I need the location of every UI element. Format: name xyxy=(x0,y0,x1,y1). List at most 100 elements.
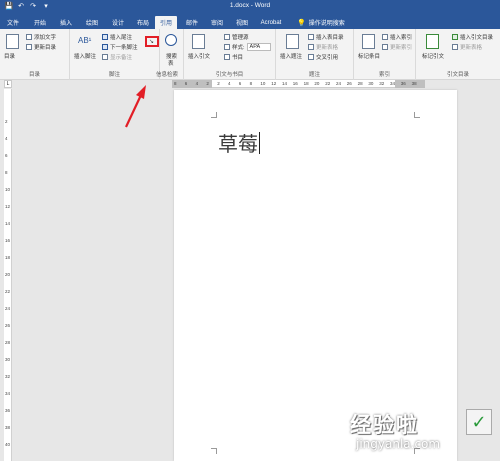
group-captions: 插入题注 插入表目录 更新表格 交叉引用 题注 xyxy=(276,29,354,80)
insert-index-button[interactable]: 插入索引 xyxy=(382,33,412,41)
ruler-v-number: 28 xyxy=(5,340,11,345)
window-title: 1.docx - Word xyxy=(229,2,271,9)
ruler-h-number: 4 xyxy=(228,81,231,86)
horizontal-ruler[interactable]: 8 6 4 2 2 4 6 8 10 12 14 16 18 20 22 24 26 28 30 32 34 36 38 xyxy=(172,80,425,88)
ruler-h-number: 2 xyxy=(217,81,220,86)
add-text-icon xyxy=(26,34,32,40)
group-label-citations: 引文与书目 xyxy=(215,72,244,78)
mark-citation-button[interactable]: 标记引文 xyxy=(422,52,444,60)
ruler-v-number: 40 xyxy=(5,442,11,447)
insert-toa-label: 插入引文目录 xyxy=(460,35,494,41)
ruler-h-number: 6 xyxy=(184,81,188,86)
footnote-dialog-launcher-icon[interactable]: ↘ xyxy=(149,38,154,45)
show-notes-label: 显示备注 xyxy=(110,55,133,61)
insert-citation-button[interactable]: 插入引文 xyxy=(188,52,210,60)
tell-me-search[interactable]: 💡 操作说明搜索 xyxy=(297,16,345,29)
watermark-url: jingyanla.com xyxy=(356,437,441,451)
group-research: 搜索 表 信息检索 xyxy=(156,29,184,80)
vertical-scrollbar[interactable] xyxy=(492,89,500,461)
ruler-h-number: 26 xyxy=(346,81,352,86)
next-footnote-button[interactable]: 下一条脚注 xyxy=(102,43,138,51)
margin-mark-bottom-left xyxy=(211,448,217,454)
citation-style-select[interactable]: 样式: APA xyxy=(224,43,272,51)
ruler-v-number: 12 xyxy=(5,204,11,209)
insert-index-label: 插入索引 xyxy=(390,35,413,41)
tab-references[interactable]: 引用 xyxy=(155,16,177,29)
table-of-contents-button[interactable]: 目录 xyxy=(4,52,15,60)
arrow-head xyxy=(136,85,146,99)
tab-acrobat[interactable]: Acrobat xyxy=(256,16,286,29)
tab-selector[interactable]: L xyxy=(4,80,12,88)
update-table-button[interactable]: 更新表格 xyxy=(308,43,338,51)
ruler-h-number: 22 xyxy=(325,81,331,86)
style-icon xyxy=(224,44,230,50)
ruler-h-number: 10 xyxy=(260,81,266,86)
margin-mark-top-left xyxy=(211,112,217,118)
tab-view[interactable]: 视图 xyxy=(232,16,252,29)
group-label-toa: 引文目录 xyxy=(446,72,469,78)
mark-entry-button[interactable]: 标记条目 xyxy=(358,52,380,60)
update-toc-button[interactable]: 更新目录 xyxy=(26,43,56,51)
ruler-v-number: 4 xyxy=(5,136,8,141)
checkmark-glyph: ✓ xyxy=(471,411,487,432)
ruler-h-number: 32 xyxy=(379,81,385,86)
tab-insert[interactable]: 插入 xyxy=(56,16,76,29)
update-toa-icon xyxy=(452,44,458,50)
ruler-h-number: 4 xyxy=(195,81,199,86)
ruler-h-number: 8 xyxy=(174,81,177,86)
insert-footnote-button[interactable]: 插入脚注 xyxy=(74,52,96,60)
arrow-shaft xyxy=(125,94,142,128)
ribbon-tabs: 文件 开始 插入 绘图 设计 布局 引用 邮件 审阅 视图 Acrobat 💡 … xyxy=(0,13,500,29)
tab-mailings[interactable]: 邮件 xyxy=(182,16,202,29)
update-toa-button[interactable]: 更新表格 xyxy=(452,43,482,51)
title-bar: 💾 ↶ ↷ ▾ 1.docx - Word xyxy=(0,0,500,13)
watermark-text: 经验啦 xyxy=(350,413,419,437)
insert-endnote-label: 插入尾注 xyxy=(110,35,133,41)
group-table-of-contents: 目录 添加文字 更新目录 目录 xyxy=(0,29,70,80)
bibliography-icon xyxy=(224,54,230,60)
tab-review[interactable]: 审阅 xyxy=(207,16,227,29)
show-notes-icon xyxy=(102,54,108,60)
tab-home[interactable]: 开始 xyxy=(30,16,50,29)
update-index-icon xyxy=(382,44,388,50)
ruler-h-number: 38 xyxy=(411,81,417,86)
add-text-button[interactable]: 添加文字 xyxy=(26,33,56,41)
document-body-text[interactable]: 草莓 xyxy=(218,128,260,157)
bibliography-label: 书目 xyxy=(232,55,244,61)
document-page[interactable]: 草莓 xyxy=(174,90,457,461)
insert-endnote-button[interactable]: 插入尾注 xyxy=(102,33,132,41)
ruler-v-number: 10 xyxy=(5,187,11,192)
ruler-v-number: 18 xyxy=(5,255,11,260)
text-cursor xyxy=(259,131,260,154)
manage-sources-button[interactable]: 管理源 xyxy=(224,33,249,41)
tab-file[interactable]: 文件 xyxy=(5,16,21,29)
insert-citation-icon xyxy=(192,34,205,49)
ruler-v-number: 8 xyxy=(5,170,8,175)
group-table-of-authorities: 标记引文 插入引文目录 更新表格 引文目录 xyxy=(416,29,500,80)
ruler-h-number: 12 xyxy=(271,81,277,86)
table-of-figures-icon xyxy=(308,34,314,40)
ruler-h-number: 36 xyxy=(400,81,406,86)
tab-draw[interactable]: 绘图 xyxy=(82,16,102,29)
vertical-ruler[interactable]: 2 4 6 8 10 12 14 16 18 20 22 24 26 28 30 32 34 36 38 40 xyxy=(4,89,12,461)
update-index-label: 更新索引 xyxy=(390,45,413,51)
ruler-h-number: 6 xyxy=(238,81,242,86)
bibliography-button[interactable]: 书目 xyxy=(224,53,243,61)
show-notes-button[interactable]: 显示备注 xyxy=(102,53,132,61)
insert-table-of-figures-button[interactable]: 插入表目录 xyxy=(308,33,344,41)
ruler-v-number: 32 xyxy=(5,374,11,379)
group-label-index: 索引 xyxy=(378,72,390,78)
tab-layout[interactable]: 布局 xyxy=(133,16,153,29)
cross-reference-button[interactable]: 交叉引用 xyxy=(308,53,338,61)
insert-toa-button[interactable]: 插入引文目录 xyxy=(452,33,493,41)
ruler-v-number: 26 xyxy=(5,323,11,328)
insert-caption-button[interactable]: 插入题注 xyxy=(280,52,302,60)
next-footnote-label: 下一条脚注 xyxy=(110,45,138,51)
ruler-v-number: 24 xyxy=(5,306,11,311)
ruler-v-number: 16 xyxy=(5,238,11,243)
document-text: 草莓 xyxy=(218,132,258,156)
manage-sources-label: 管理源 xyxy=(232,35,249,41)
update-table-icon xyxy=(308,44,314,50)
update-index-button[interactable]: 更新索引 xyxy=(382,43,412,51)
tab-design[interactable]: 设计 xyxy=(108,16,128,29)
